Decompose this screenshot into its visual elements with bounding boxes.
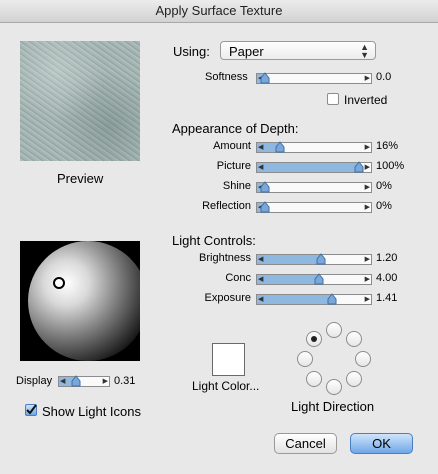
light-brightness-label: Brightness [199,252,251,264]
depth-shine-label: Shine [222,180,251,192]
light-brightness-value: 1.20 [376,252,398,264]
light-direction-radio-bottom-right[interactable] [346,371,362,387]
slider-thumb[interactable] [71,375,81,387]
light-sphere-preview[interactable] [20,241,140,361]
texture-source-popup[interactable]: Paper ▲ ▼ [220,41,376,60]
right-arrow-icon[interactable]: ▶ [365,182,370,193]
slider-fill [257,255,322,264]
light-exposure-label: Exposure [204,292,251,304]
slider-fill [257,275,319,284]
light-conc-label: Conc [225,272,251,284]
light-direction-radio-top-right[interactable] [346,331,362,347]
depth-picture-label: Picture [216,160,251,172]
slider-thumb[interactable] [316,253,326,265]
slider-thumb[interactable] [314,273,324,285]
light-direction-radio-top-left[interactable] [306,331,322,347]
light-section-title: Light Controls: [172,233,256,248]
right-arrow-icon[interactable]: ▶ [365,254,370,265]
light-direction-radio-left[interactable] [297,351,313,367]
texture-preview-image [20,41,140,161]
ok-button[interactable]: OK [350,433,413,454]
depth-amount-value: 16% [376,140,399,152]
light-exposure-slider[interactable]: ◀ ▶ [256,293,372,305]
light-color-label[interactable]: Light Color... [192,379,259,393]
inverted-checkbox[interactable] [327,93,339,105]
depth-shine-value: 0% [376,180,392,192]
depth-reflection-value: 0% [376,200,392,212]
light-conc-slider[interactable]: ◀ ▶ [256,273,372,285]
cancel-button[interactable]: Cancel [274,433,337,454]
depth-picture-slider[interactable]: ◀ ▶ [256,161,372,173]
light-brightness-slider[interactable]: ◀ ▶ [256,253,372,265]
slider-fill [257,163,359,172]
checkmark-icon [26,404,37,415]
right-arrow-icon[interactable]: ▶ [365,274,370,285]
light-color-swatch[interactable] [212,343,245,376]
show-light-icons-label: Show Light Icons [42,404,142,419]
light-direction-radio-top[interactable] [326,322,342,338]
softness-value: 0.0 [376,71,392,83]
display-label: Display [16,375,53,387]
inverted-label: Inverted [344,93,388,107]
left-arrow-icon[interactable]: ◀ [258,142,263,153]
depth-picture-value: 100% [376,160,405,172]
popup-arrows-icon: ▲ ▼ [360,42,369,60]
light-exposure-value: 1.41 [376,292,398,304]
depth-shine-slider[interactable]: ◀▶ [256,181,372,193]
slider-fill [257,295,332,304]
left-arrow-icon[interactable]: ◀ [258,294,263,305]
light-source-icon[interactable] [51,275,67,291]
left-arrow-icon[interactable]: ◀ [258,162,263,173]
light-direction-radio-bottom-left[interactable] [306,371,322,387]
left-arrow-icon[interactable]: ◀ [258,274,263,285]
softness-slider[interactable]: ◀ ▶ [256,72,372,84]
light-direction-label: Light Direction [291,399,375,414]
slider-thumb[interactable] [275,141,285,153]
right-arrow-icon[interactable]: ▶ [365,142,370,153]
slider-thumb[interactable] [260,201,270,213]
depth-amount-label: Amount [213,140,251,152]
softness-label: Softness [205,71,248,83]
right-arrow-icon[interactable]: ▶ [365,162,370,173]
right-arrow-icon[interactable]: ▶ [365,73,370,84]
window-title: Apply Surface Texture [0,0,438,23]
display-value: 0.31 [114,375,136,387]
light-conc-value: 4.00 [376,272,398,284]
slider-thumb[interactable] [260,72,270,84]
slider-thumb[interactable] [260,181,270,193]
light-sphere-graphic [28,241,140,361]
light-direction-radio-bottom[interactable] [326,379,342,395]
slider-thumb[interactable] [354,161,364,173]
left-arrow-icon[interactable]: ◀ [60,376,65,387]
left-arrow-icon[interactable]: ◀ [258,254,263,265]
display-slider[interactable]: ◀ ▶ [58,375,110,387]
slider-thumb[interactable] [327,293,337,305]
right-arrow-icon[interactable]: ▶ [365,294,370,305]
depth-amount-slider[interactable]: ◀ ▶ [256,141,372,153]
using-label: Using: [173,44,210,59]
preview-label: Preview [57,171,104,186]
right-arrow-icon[interactable]: ▶ [365,202,370,213]
depth-reflection-label: Reflection [202,200,251,212]
light-direction-radio-right[interactable] [355,351,371,367]
right-arrow-icon[interactable]: ▶ [103,376,108,387]
depth-section-title: Appearance of Depth: [172,121,299,136]
show-light-icons-checkbox[interactable] [25,404,37,416]
texture-source-value: Paper [229,44,264,59]
depth-reflection-slider[interactable]: ◀▶ [256,201,372,213]
